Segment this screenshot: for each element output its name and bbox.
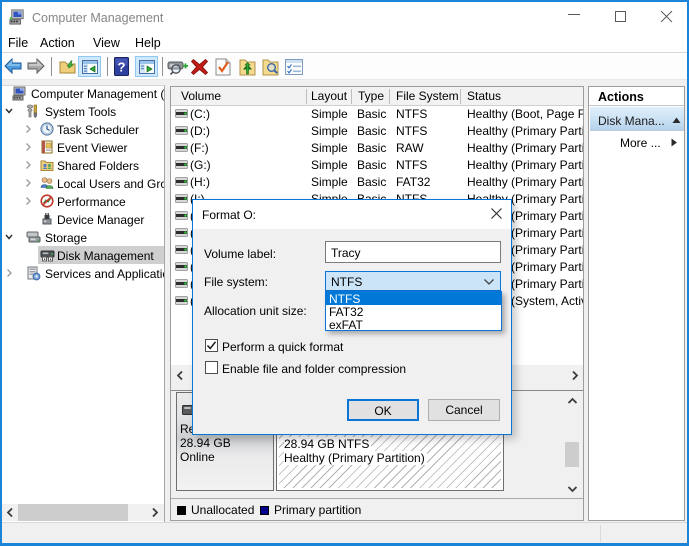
svg-text:?: ? <box>118 60 126 75</box>
